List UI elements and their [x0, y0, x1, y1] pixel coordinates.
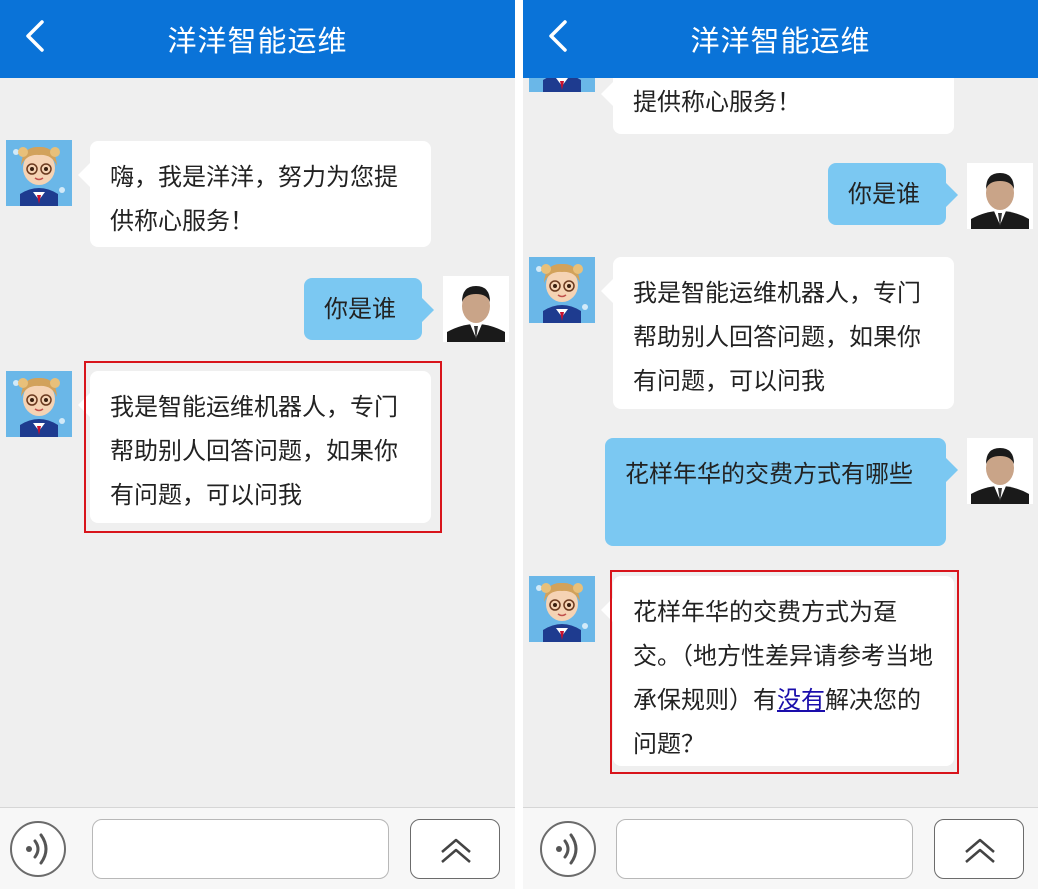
voice-icon	[556, 833, 578, 865]
double-chevron-up-icon	[965, 838, 995, 863]
message-input[interactable]	[616, 819, 913, 879]
header: 洋洋智能运维	[523, 0, 1038, 78]
message-text: 提供称心服务！	[633, 88, 801, 116]
user-avatar	[967, 163, 1033, 229]
bot-avatar	[529, 576, 595, 642]
bot-message: 我是智能运维机器人，专门帮助别人回答问题，如果你有问题，可以问我	[601, 257, 954, 409]
message-text: 花样年华的交费方式有哪些	[625, 460, 913, 488]
bot-avatar	[529, 257, 595, 323]
bot-avatar	[6, 371, 72, 437]
right-chat-panel: 提供称心服务！ 洋洋智能运维 你是谁 我是智能运维机器人，专门帮助别人回答问题，…	[523, 0, 1038, 889]
input-bar	[0, 807, 515, 889]
left-chat-panel: 洋洋智能运维 嗨，我是洋洋，努力为您提供称心服务！ 你是谁 我是智能运维机器人，…	[0, 0, 515, 889]
page-title: 洋洋智能运维	[167, 24, 348, 58]
user-avatar	[967, 438, 1033, 504]
page-title: 洋洋智能运维	[690, 24, 871, 58]
message-text: 你是谁	[848, 180, 920, 208]
expand-button[interactable]	[410, 819, 500, 879]
header: 洋洋智能运维	[0, 0, 515, 78]
message-text: 我是智能运维机器人，专门帮助别人回答问题，如果你有问题，可以问我	[633, 279, 921, 395]
bot-message: 我是智能运维机器人，专门帮助别人回答问题，如果你有问题，可以问我	[78, 371, 431, 523]
no-link[interactable]: 没有	[777, 686, 825, 714]
user-message: 你是谁	[304, 278, 434, 340]
message-text: 嗨，我是洋洋，努力为您提供称心服务！	[110, 163, 398, 235]
input-bar	[523, 807, 1038, 889]
voice-icon	[26, 833, 48, 865]
voice-button[interactable]	[540, 821, 596, 877]
message-input[interactable]	[92, 819, 389, 879]
double-chevron-up-icon	[441, 838, 471, 863]
bot-message: 花样年华的交费方式为趸交。（地方性差异请参考当地承保规则）有没有解决您的问题？	[601, 576, 954, 766]
voice-button[interactable]	[10, 821, 66, 877]
message-text: 我是智能运维机器人，专门帮助别人回答问题，如果你有问题，可以问我	[110, 393, 398, 509]
message-text: 你是谁	[324, 295, 396, 323]
bot-message: 嗨，我是洋洋，努力为您提供称心服务！	[78, 141, 431, 247]
user-message: 花样年华的交费方式有哪些	[605, 438, 958, 546]
user-avatar	[443, 276, 509, 342]
user-message: 你是谁	[828, 163, 958, 225]
bot-avatar	[6, 140, 72, 206]
expand-button[interactable]	[934, 819, 1024, 879]
